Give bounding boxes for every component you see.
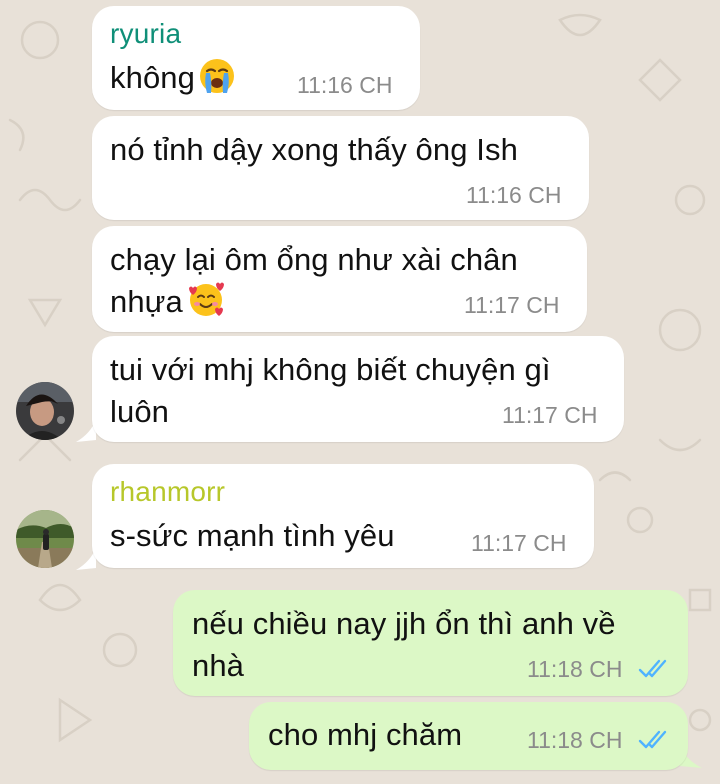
message-time: 11:18 CH [527, 727, 623, 753]
sender-name-ryuria[interactable]: ryuria [110, 18, 181, 50]
message-text-line-1: tui với mhj không biết chuyện gì [110, 352, 551, 387]
message-time: 11:17 CH [502, 402, 598, 428]
message-bubble-6[interactable]: nếu chiều nay jjh ổn thì anh về nhà 11:1… [173, 590, 688, 696]
avatar-ryuria[interactable] [16, 382, 74, 440]
read-receipt-icon [638, 730, 667, 749]
message-time: 11:17 CH [471, 530, 567, 556]
avatar-rhanmorr[interactable] [16, 510, 74, 568]
message-bubble-3[interactable]: chạy lại ôm ổng như xài chân nhựa 11:17 … [92, 226, 587, 332]
message-text: cho mhj chăm [268, 717, 463, 752]
loudly-crying-face-icon [199, 59, 234, 93]
message-time: 11:17 CH [464, 292, 560, 318]
smiling-face-with-hearts-icon [188, 282, 224, 316]
message-bubble-4[interactable]: tui với mhj không biết chuyện gì luôn 11… [92, 336, 624, 442]
message-bubble-1[interactable]: ryuria không 11:16 CH [92, 6, 420, 110]
message-text: nó tỉnh dậy xong thấy ông Ish [110, 132, 518, 167]
message-time: 11:16 CH [297, 72, 393, 98]
message-text-line-2: luôn [110, 394, 170, 429]
message-text-line-2: nhựa [110, 281, 225, 323]
read-receipt-icon [638, 659, 667, 678]
sender-name-rhanmorr[interactable]: rhanmorr [110, 476, 225, 508]
message-text-line-1: nếu chiều nay jjh ổn thì anh về [192, 606, 616, 641]
message-text-line-2: nhà [192, 648, 245, 683]
message-time: 11:18 CH [527, 656, 623, 682]
message-time: 11:16 CH [466, 182, 562, 208]
message-bubble-5[interactable]: rhanmorr s-sức mạnh tình yêu 11:17 CH [92, 464, 594, 568]
message-text-line-1: chạy lại ôm ổng như xài chân [110, 242, 518, 277]
message-bubble-2[interactable]: nó tỉnh dậy xong thấy ông Ish 11:16 CH [92, 116, 589, 220]
message-bubble-7[interactable]: cho mhj chăm 11:18 CH [249, 702, 688, 770]
message-text: không [110, 57, 235, 99]
message-text: s-sức mạnh tình yêu [110, 518, 395, 553]
